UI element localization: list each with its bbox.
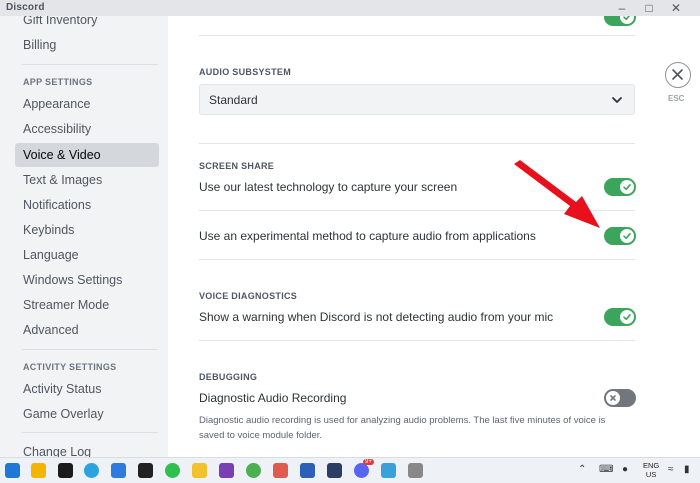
chevron-up-icon[interactable]: ⌃: [578, 464, 586, 475]
photos-icon[interactable]: [273, 463, 288, 478]
section-divider: [199, 35, 635, 36]
audio-subsystem-title: AUDIO SUBSYSTEM: [199, 67, 292, 77]
region-code: US: [645, 470, 657, 479]
sidebar-item-accessibility[interactable]: Accessibility: [15, 117, 159, 141]
file-explorer-icon[interactable]: [192, 463, 207, 478]
check-icon: [623, 314, 631, 321]
sidebar-item-advanced[interactable]: Advanced: [15, 318, 159, 342]
screen-capture-toggle[interactable]: [604, 178, 636, 196]
toggle-knob: [620, 229, 634, 243]
sidebar-item-appearance[interactable]: Appearance: [15, 92, 159, 116]
sidebar-item-change-log[interactable]: Change Log: [15, 440, 159, 457]
section-divider: [199, 259, 635, 260]
onenote-icon[interactable]: [219, 463, 234, 478]
taskbar: 9+ ⌃ ⌨ ● ENG US ≈ ▮: [0, 457, 700, 483]
wifi-icon[interactable]: ≈: [668, 464, 674, 475]
sidebar-divider: [22, 64, 158, 65]
sidebar-item-game-overlay[interactable]: Game Overlay: [15, 402, 159, 426]
sidebar-item-keybinds[interactable]: Keybinds: [15, 218, 159, 242]
toggle-knob: [606, 391, 620, 405]
phone-icon[interactable]: [111, 463, 126, 478]
section-divider: [199, 340, 635, 341]
voice-diagnostics-title: VOICE DIAGNOSTICS: [199, 291, 298, 301]
battery-icon[interactable]: ▮: [684, 464, 690, 475]
check-icon: [623, 16, 631, 21]
mic-warning-toggle[interactable]: [604, 308, 636, 326]
mic-icon[interactable]: ●: [622, 464, 628, 475]
activity-settings-header: ACTIVITY SETTINGS: [23, 362, 117, 372]
window-title: Discord: [6, 2, 45, 13]
sticky-notes-icon[interactable]: [31, 463, 46, 478]
sidebar-item-language[interactable]: Language: [15, 243, 159, 267]
esc-label: ESC: [668, 94, 685, 103]
paint-icon[interactable]: [327, 463, 342, 478]
audio-subsystem-select[interactable]: Standard: [199, 84, 635, 115]
close-settings-button[interactable]: [665, 62, 691, 88]
minimize-button[interactable]: –: [611, 0, 633, 16]
capture-audio-toggle[interactable]: [604, 227, 636, 245]
discord-badge: 9+: [363, 459, 374, 465]
telegram-icon[interactable]: [84, 463, 99, 478]
arrow-shape: [514, 160, 600, 228]
capture-audio-label: Use an experimental method to capture au…: [199, 229, 536, 243]
mic-warning-label: Show a warning when Discord is not detec…: [199, 310, 554, 324]
diagnostic-recording-note: Diagnostic audio recording is used for a…: [199, 415, 606, 441]
toggle-knob: [620, 16, 634, 24]
media-icon[interactable]: [138, 463, 153, 478]
top-cutoff-toggle[interactable]: [604, 16, 636, 26]
notepad-icon[interactable]: [381, 463, 396, 478]
title-bar: Discord – □ ✕: [0, 0, 700, 16]
toggle-knob: [620, 310, 634, 324]
settings-sidebar: Gift Inventory Billing APP SETTINGS Appe…: [0, 16, 168, 457]
app-settings-header: APP SETTINGS: [23, 77, 93, 87]
debugging-title: DEBUGGING: [199, 372, 258, 382]
sidebar-divider: [22, 432, 158, 433]
annotation-arrow: [514, 160, 600, 228]
sidebar-item-streamer-mode[interactable]: Streamer Mode: [15, 293, 159, 317]
voice-video-settings: AUDIO SUBSYSTEM Standard SCREEN SHARE Us…: [168, 16, 700, 457]
screen-capture-label: Use our latest technology to capture you…: [199, 180, 458, 194]
check-icon: [623, 233, 631, 240]
input-language[interactable]: ENG US: [643, 461, 659, 479]
start-icon[interactable]: [5, 463, 20, 478]
keyboard-icon[interactable]: ⌨: [599, 464, 613, 475]
sidebar-item-notifications[interactable]: Notifications: [15, 193, 159, 217]
sidebar-item-billing[interactable]: Billing: [15, 33, 159, 57]
sidebar-item-voice-video[interactable]: Voice & Video: [15, 143, 159, 167]
chrome-icon[interactable]: [246, 463, 261, 478]
toggle-knob: [620, 180, 634, 194]
whatsapp-icon[interactable]: [165, 463, 180, 478]
snipping-icon[interactable]: [408, 463, 423, 478]
check-icon: [623, 184, 631, 191]
discord-icon[interactable]: [354, 463, 369, 478]
close-icon: [672, 69, 683, 80]
word-icon[interactable]: [300, 463, 315, 478]
sidebar-divider: [22, 349, 158, 350]
maximize-button[interactable]: □: [638, 0, 660, 16]
sidebar-item-windows-settings[interactable]: Windows Settings: [15, 268, 159, 292]
close-window-button[interactable]: ✕: [665, 0, 687, 16]
x-icon: [610, 395, 616, 401]
language-code: ENG: [643, 461, 660, 470]
terminal-icon[interactable]: [58, 463, 73, 478]
sidebar-item-gift-inventory[interactable]: Gift Inventory: [15, 16, 159, 32]
section-divider: [199, 143, 635, 144]
sidebar-item-activity-status[interactable]: Activity Status: [15, 377, 159, 401]
diagnostic-recording-toggle[interactable]: [604, 389, 636, 407]
screen-share-title: SCREEN SHARE: [199, 161, 275, 171]
sidebar-item-text-images[interactable]: Text & Images: [15, 168, 159, 192]
chevron-down-icon: [612, 97, 622, 103]
diagnostic-recording-label: Diagnostic Audio Recording: [199, 391, 347, 405]
audio-subsystem-value: Standard: [209, 93, 258, 107]
